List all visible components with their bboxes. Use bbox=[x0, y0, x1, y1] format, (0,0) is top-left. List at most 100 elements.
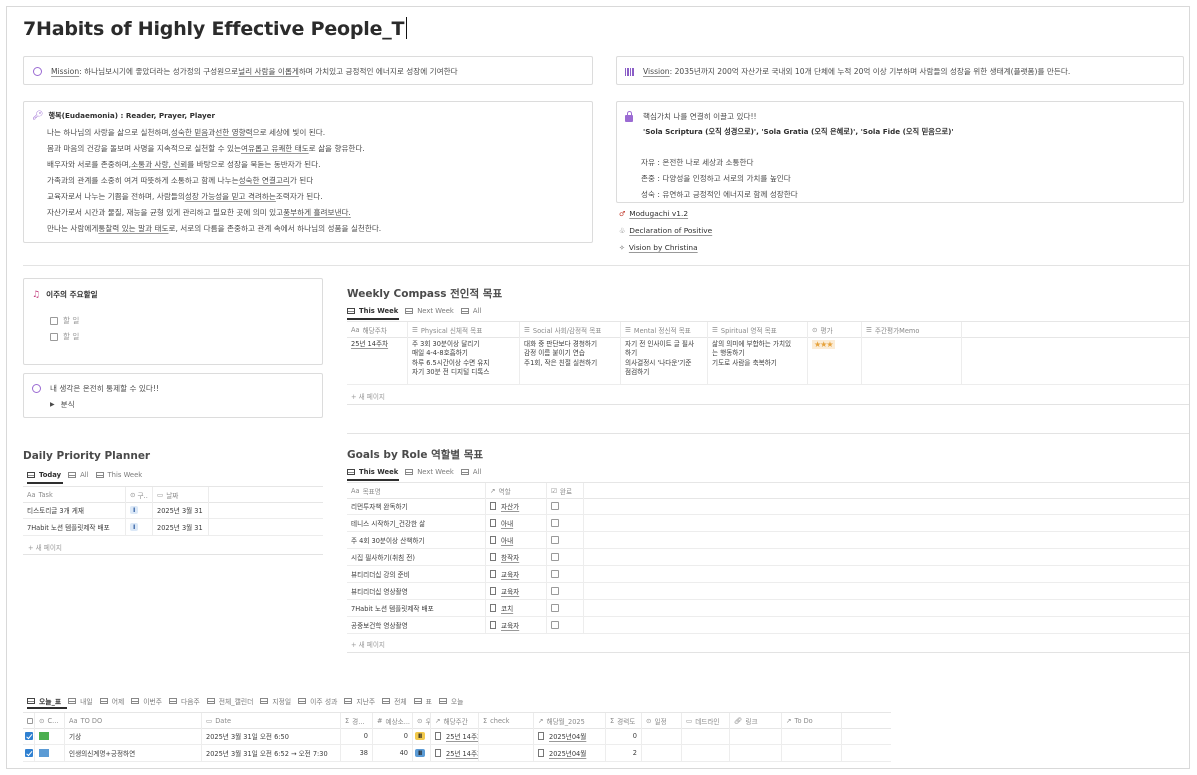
priority-cell[interactable]: Ⅰ bbox=[126, 502, 153, 518]
mission-label[interactable]: Mission bbox=[51, 67, 79, 76]
tab-view[interactable]: 오늘_표 bbox=[27, 696, 68, 706]
tab-today[interactable]: Today bbox=[27, 471, 68, 479]
done-cell[interactable] bbox=[547, 583, 584, 599]
table-row[interactable]: 공중보건학 영상촬영 교육자 bbox=[347, 617, 1189, 634]
level-cell[interactable]: 0 bbox=[606, 728, 642, 744]
tab-view[interactable]: 표 bbox=[413, 696, 439, 706]
week-cell[interactable]: 25년 14주차 bbox=[431, 745, 479, 761]
table-row[interactable]: 티스토리글 3개 게재 Ⅰ 2025년 3월 31 bbox=[23, 502, 323, 519]
page-title[interactable]: 7Habits of Highly Effective People_T bbox=[23, 17, 408, 40]
deadline-cell[interactable] bbox=[682, 728, 730, 744]
happiness-callout[interactable]: 🔑︎ 행복(Eudaemonia) : Reader, Prayer, Play… bbox=[23, 101, 593, 243]
month-cell[interactable]: 2025년04월 bbox=[534, 728, 606, 744]
estimate-cell[interactable]: 40 bbox=[373, 745, 413, 761]
done-cell[interactable] bbox=[547, 566, 584, 582]
done-cell[interactable] bbox=[547, 532, 584, 548]
done-cell[interactable] bbox=[547, 600, 584, 616]
level-cell[interactable]: 2 bbox=[606, 745, 642, 761]
todo-relation-cell[interactable] bbox=[782, 745, 842, 761]
role-cell[interactable]: 교육자 bbox=[486, 583, 547, 599]
table-row[interactable]: 뷰티리더십 영상촬영 교육자 bbox=[347, 583, 1189, 600]
checkbox[interactable] bbox=[551, 553, 559, 561]
mission-callout[interactable]: Mission : 하나님보시기에 좋았더라는 성가정의 구성원으로 널리 사람… bbox=[23, 56, 593, 85]
estimate-cell[interactable]: 0 bbox=[373, 728, 413, 744]
tab-view[interactable]: 전체_캘린더 bbox=[206, 696, 261, 706]
tab-next-week[interactable]: Next Week bbox=[405, 468, 461, 476]
goal-cell[interactable]: 뷰티리더십 강의 준비 bbox=[347, 566, 486, 582]
tab-all[interactable]: All bbox=[460, 307, 488, 315]
checkbox[interactable] bbox=[50, 316, 58, 325]
table-row[interactable]: 25년 14주차 주 3회 30분이상 달리기 매일 4-4-8호흡하기 하루 6.… bbox=[347, 337, 1189, 385]
done-cell[interactable] bbox=[547, 498, 584, 514]
date-cell[interactable]: 2025년 3월 31일 오전 6:50 bbox=[202, 728, 341, 744]
link-modugachi[interactable]: ♂ Modugachi v1.2 bbox=[619, 209, 688, 218]
tab-view[interactable]: 내일 bbox=[68, 696, 100, 706]
col-header[interactable]: # 예상소... bbox=[373, 713, 413, 728]
new-page-button[interactable]: + 새 페이지 bbox=[28, 542, 62, 552]
table-row[interactable]: 기상2025년 3월 31일 오전 6:5000Ⅱ25년 14주차2025년04… bbox=[23, 728, 891, 745]
done-cell[interactable] bbox=[547, 617, 584, 633]
col-header[interactable]: ☑ 완료 bbox=[547, 483, 584, 498]
tab-view[interactable]: 전체 bbox=[382, 696, 414, 706]
checkbox[interactable] bbox=[551, 536, 559, 544]
checkbox[interactable] bbox=[551, 570, 559, 578]
weekly-task-item[interactable]: 할 일 bbox=[50, 315, 79, 326]
col-header[interactable]: Aa 목표명 bbox=[347, 483, 486, 498]
checkbox[interactable] bbox=[551, 604, 559, 612]
new-page-button[interactable]: + 새 페이지 bbox=[351, 639, 385, 649]
toggle-row[interactable]: ▶ 분식 bbox=[50, 399, 75, 410]
color-cell[interactable] bbox=[35, 745, 65, 761]
mental-cell[interactable]: 자기 전 인사이트 글 필사 하기 의사결정시 '나다운'기준 점검하기 bbox=[621, 337, 708, 384]
goal-cell[interactable]: 시집 필사하기(취침 전) bbox=[347, 549, 486, 565]
col-header[interactable]: ☰ Mental 정신적 목표 bbox=[621, 322, 708, 337]
col-header[interactable]: Σ 경... bbox=[341, 713, 373, 728]
row-checkbox[interactable] bbox=[23, 745, 35, 761]
done-cell[interactable] bbox=[547, 549, 584, 565]
col-header[interactable]: Aa Task bbox=[23, 487, 126, 502]
new-page-button[interactable]: + 새 페이지 bbox=[351, 391, 385, 401]
role-cell[interactable]: 코치 bbox=[486, 600, 547, 616]
vision-label[interactable]: Vission bbox=[643, 67, 670, 76]
priority-cell[interactable]: Ⅰ bbox=[126, 519, 153, 535]
social-cell[interactable]: 대화 중 판단보다 경청하기 감정 이름 붙이기 연습 주1회, 작은 친절 실천하… bbox=[520, 337, 621, 384]
core-values-callout[interactable]: 핵심가치 나를 연결히 이끌고 있다!! 'Sola Scriptura (오직… bbox=[616, 101, 1184, 203]
col-header[interactable]: ↗ To Do bbox=[782, 713, 842, 728]
col-header[interactable]: ⊙ 일정 bbox=[642, 713, 682, 728]
week-cell[interactable]: 25년 14주차 bbox=[347, 337, 408, 384]
task-cell[interactable]: 7Habit 노션 템플릿제작 배포 bbox=[23, 519, 126, 535]
role-cell[interactable]: 교육자 bbox=[486, 566, 547, 582]
table-row[interactable]: 인생의신계명+긍정하연 2025년 3월 31일 오전 6:52 → 오전 7:3… bbox=[23, 745, 891, 762]
link-declaration[interactable]: ♧ Declaration of Positive bbox=[619, 226, 712, 235]
col-header[interactable]: ⊙우 bbox=[413, 713, 431, 728]
check-cell[interactable] bbox=[479, 745, 534, 761]
tab-all[interactable]: All bbox=[460, 468, 488, 476]
tab-this-week[interactable]: This Week bbox=[95, 471, 150, 479]
month-cell[interactable]: 2025년04월 bbox=[534, 745, 606, 761]
todo-cell[interactable]: 인생의신계명+긍정하연 bbox=[65, 745, 202, 761]
weekly-tasks-callout[interactable]: ♫ 이주의 주요할일 할 일 할 일 bbox=[23, 278, 323, 365]
table-row[interactable]: 뷰티리더십 강의 준비 교육자 bbox=[347, 566, 1189, 583]
col-header[interactable]: ↗ 해당주간 bbox=[431, 713, 479, 728]
col-header[interactable]: Σcheck bbox=[479, 713, 534, 728]
tab-all[interactable]: All bbox=[68, 471, 95, 479]
duration-cell[interactable]: 0 bbox=[341, 728, 373, 744]
tab-view[interactable]: 다음주 bbox=[168, 696, 207, 706]
tab-this-week[interactable]: This Week bbox=[347, 468, 405, 476]
week-cell[interactable]: 25년 14주차 bbox=[431, 728, 479, 744]
checkbox[interactable] bbox=[551, 502, 559, 510]
link-cell[interactable] bbox=[730, 745, 782, 761]
check-cell[interactable] bbox=[479, 728, 534, 744]
checkbox[interactable] bbox=[551, 621, 559, 629]
table-row[interactable]: 7Habit 노션 템플릿제작 배포 Ⅰ 2025년 3월 31 bbox=[23, 519, 323, 536]
col-header[interactable]: ☰ Spiritual 영적 목표 bbox=[708, 322, 808, 337]
priority-cell[interactable]: Ⅱ bbox=[413, 728, 431, 744]
col-header[interactable]: ⊙ C... bbox=[35, 713, 65, 728]
col-header[interactable]: ↗ 역할 bbox=[486, 483, 547, 498]
table-row[interactable]: 주 4회 30분이상 산책하기 아내 bbox=[347, 532, 1189, 549]
weekly-task-item[interactable]: 할 일 bbox=[50, 331, 79, 342]
tab-view[interactable]: 어제 bbox=[99, 696, 132, 706]
col-header[interactable]: ↗ 해당월_2025 bbox=[534, 713, 606, 728]
tab-view[interactable]: 이주 성과 bbox=[298, 696, 344, 706]
schedule-cell[interactable] bbox=[642, 728, 682, 744]
priority-cell[interactable]: Ⅱ bbox=[413, 745, 431, 761]
